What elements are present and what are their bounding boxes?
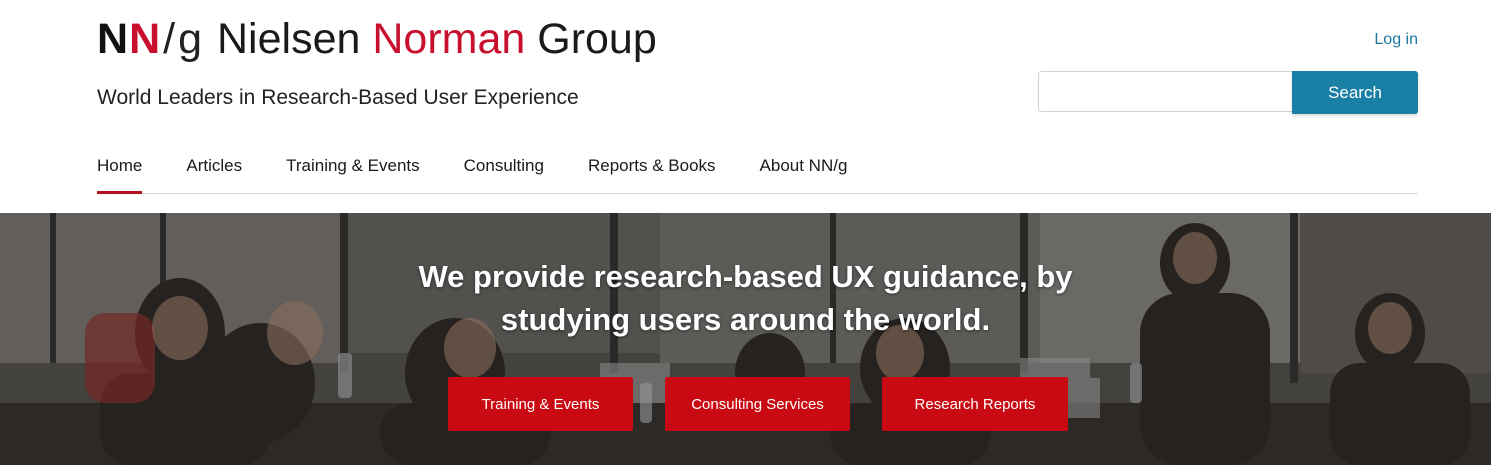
- search-form: Search: [1038, 71, 1418, 114]
- nav-item-about[interactable]: About NN/g: [760, 145, 848, 193]
- site-header: N N / g Nielsen Norman Group World Leaders …: [0, 0, 1491, 213]
- nav-item-consulting[interactable]: Consulting: [464, 145, 544, 193]
- research-reports-button[interactable]: Research Reports: [882, 377, 1068, 431]
- site-logo[interactable]: N N / g Nielsen Norman Group: [97, 12, 657, 66]
- hero-title: We provide research-based UX guidance, b…: [418, 259, 1073, 337]
- search-input[interactable]: [1038, 71, 1292, 112]
- nav-item-home[interactable]: Home: [97, 145, 143, 194]
- hero-cta-group: Training & Events Consulting Services Re…: [448, 377, 1068, 431]
- main-nav: Home Articles Training & Events Consulti…: [97, 145, 1418, 194]
- nav-item-articles[interactable]: Articles: [186, 145, 242, 193]
- search-button[interactable]: Search: [1292, 71, 1418, 114]
- consulting-services-button[interactable]: Consulting Services: [665, 377, 850, 431]
- page: N N / g Nielsen Norman Group World Leaders …: [0, 0, 1491, 465]
- nng-logo-mark: N N / g: [97, 15, 203, 63]
- nav-item-training-events[interactable]: Training & Events: [286, 145, 420, 193]
- hero-banner: We provide research-based UX guidance, b…: [0, 213, 1491, 465]
- nav-item-reports-books[interactable]: Reports & Books: [588, 145, 716, 193]
- company-name: Nielsen Norman Group: [217, 15, 657, 63]
- login-link[interactable]: Log in: [1374, 31, 1418, 49]
- site-tagline: World Leaders in Research-Based User Exp…: [97, 86, 579, 109]
- training-events-button[interactable]: Training & Events: [448, 377, 633, 431]
